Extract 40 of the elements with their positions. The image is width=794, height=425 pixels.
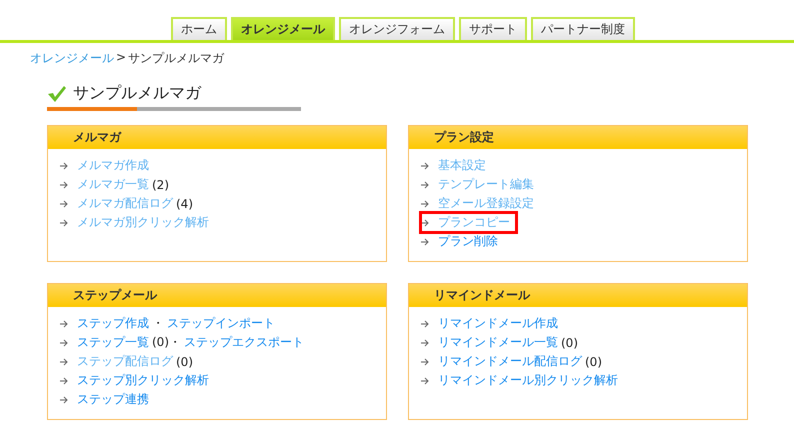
count-text: (0) [585, 354, 602, 368]
menu-link[interactable]: テンプレート編集 [438, 176, 534, 193]
nav-tab[interactable]: パートナー制度 [531, 17, 635, 40]
menu-link[interactable]: 基本設定 [438, 157, 486, 174]
menu-link[interactable]: リマインドメール作成 [438, 315, 558, 332]
menu-link[interactable]: ステップインポート [167, 315, 275, 332]
menu-link[interactable]: ステップ作成 [77, 315, 149, 332]
menu-link[interactable]: ステップ配信ログ [77, 353, 173, 370]
count-text: (0)・ [152, 334, 181, 351]
count-text: (0) [561, 336, 578, 350]
menu-link[interactable]: プラン削除 [438, 233, 498, 250]
nav-tab[interactable]: ホーム [171, 17, 227, 40]
count-text: ・ [152, 315, 164, 332]
menu-link[interactable]: ステップ一覧 [77, 334, 149, 351]
menu-link[interactable]: ステップエクスポート [184, 334, 304, 351]
count-text: (2) [152, 178, 169, 192]
panel-title: メルマガ [73, 129, 121, 146]
menu-link[interactable]: メルマガ別クリック解析 [77, 214, 209, 231]
menu-link[interactable]: 空メール登録設定 [438, 195, 534, 212]
menu-link[interactable]: メルマガ作成 [77, 157, 149, 174]
menu-link[interactable]: リマインドメール別クリック解析 [438, 372, 618, 389]
nav-tab[interactable]: オレンジメール [231, 17, 335, 40]
menu-link[interactable]: リマインドメール一覧 [438, 334, 558, 351]
menu-link[interactable]: メルマガ配信ログ [77, 195, 173, 212]
panel-title: リマインドメール [434, 287, 530, 304]
nav-tab[interactable]: オレンジフォーム [339, 17, 455, 40]
menu-link[interactable]: メルマガ一覧 [77, 176, 149, 193]
page-title: サンプルメルマガ [73, 83, 201, 104]
count-text: (4) [176, 196, 193, 210]
count-text: (0) [176, 354, 193, 368]
breadcrumb-link[interactable]: オレンジメール [30, 50, 114, 67]
nav-tab[interactable]: サポート [459, 17, 527, 40]
menu-link[interactable]: プランコピー [438, 214, 510, 231]
menu-link[interactable]: リマインドメール配信ログ [438, 353, 582, 370]
panel-title: ステップメール [73, 287, 157, 304]
breadcrumb-current: サンプルメルマガ [128, 50, 224, 67]
menu-link[interactable]: ステップ連携 [77, 391, 149, 408]
breadcrumb-separator: > [116, 50, 126, 66]
panel-title: プラン設定 [434, 129, 494, 146]
menu-link[interactable]: ステップ別クリック解析 [77, 372, 209, 389]
